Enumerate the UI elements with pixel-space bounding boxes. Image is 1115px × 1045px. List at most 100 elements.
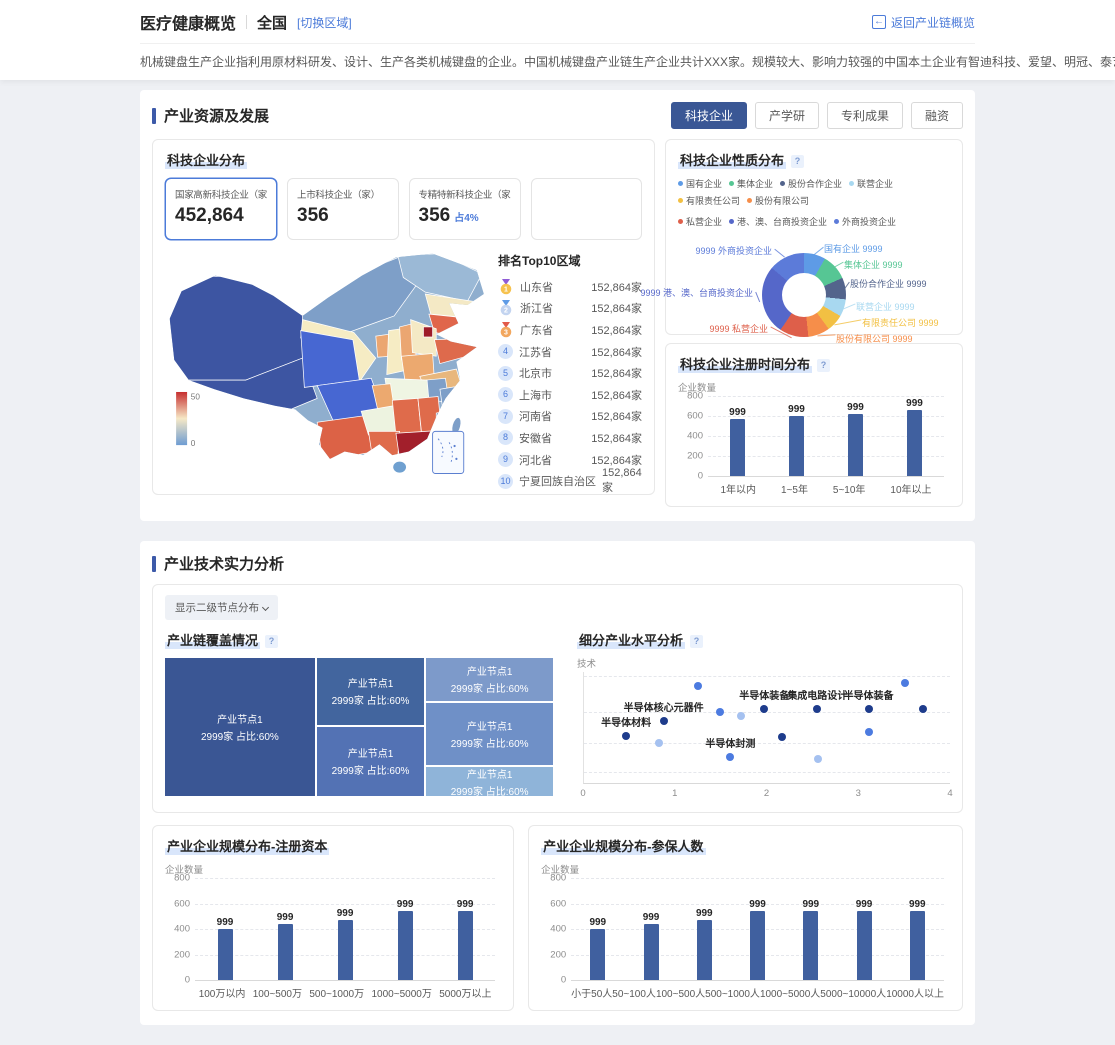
x-category-label: 10000人以上 — [886, 985, 944, 1000]
donut-callout-label: 有限责任公司 9999 — [862, 316, 939, 329]
bar — [218, 929, 233, 980]
donut-ring — [762, 253, 846, 337]
distribution-title: 科技企业分布 — [165, 150, 247, 169]
nature-title: 科技企业性质分布 — [678, 150, 786, 169]
treemap-cell[interactable]: 产业节点12999家 占比:60% — [317, 658, 425, 725]
tab-产学研[interactable]: 产学研 — [755, 102, 819, 129]
top10-title: 排名Top10区域 — [498, 252, 642, 269]
node-desc: 2999家 占比:60% — [451, 735, 529, 750]
x-category-label: 5000~10000人 — [820, 985, 886, 1000]
scatter-point — [865, 728, 873, 736]
svg-text:1: 1 — [504, 286, 508, 293]
treemap-cell[interactable]: 产业节点1 2999家 占比:60% — [426, 703, 553, 765]
legend-item: 联营企业 — [849, 177, 893, 190]
x-category-label: 50~100人 — [612, 985, 656, 1000]
region-name: 宁夏回族自治区 — [519, 473, 596, 489]
scatter-point — [660, 717, 668, 725]
treemap-cell[interactable]: 产业节点12999家 占比:60% — [317, 727, 425, 796]
stat-card[interactable]: 专精特新科技企业（家）356占4% — [409, 178, 521, 240]
tab-科技企业[interactable]: 科技企业 — [671, 102, 747, 129]
help-icon[interactable]: ? — [265, 635, 278, 648]
medal-3-icon: 3 — [498, 322, 514, 338]
stat-card[interactable]: 国家高新科技企业（家）452,864 — [165, 178, 277, 240]
legend-label: 有限责任公司 — [686, 194, 740, 207]
scale-max-label: 50 — [191, 392, 201, 401]
legend-label: 私营企业 — [686, 215, 722, 228]
legend-item: 集体企业 — [729, 177, 773, 190]
tech-enterprise-distribution-panel: 科技企业分布 国家高新科技企业（家）452,864上市科技企业（家）356专精特… — [152, 139, 655, 495]
stat-label: 国家高新科技企业（家） — [175, 187, 267, 201]
divider — [246, 15, 247, 29]
stats-row: 国家高新科技企业（家）452,864上市科技企业（家）356专精特新科技企业（家… — [165, 178, 642, 240]
chain-coverage-block: 产业链覆盖情况? 产业节点1 2999家 占比:60% 产业节点1 2999家 占比:… — [165, 630, 553, 802]
scatter-point — [901, 679, 909, 687]
node-name: 产业节点1 — [217, 711, 263, 726]
south-china-sea-inset — [433, 431, 464, 473]
scatter-point-label: 半导体封测 — [705, 735, 755, 750]
x-axis-labels: 小于50人50~100人100~500人500~1000人1000~5000人5… — [571, 985, 944, 1000]
legend-dot — [747, 198, 752, 203]
scatter-point — [760, 705, 768, 713]
treemap-cell[interactable]: 产业节点12999家 占比:60% — [165, 658, 315, 796]
x-category-label: 小于50人 — [571, 985, 612, 1000]
back-to-overview-link[interactable]: ← 返回产业链概览 — [872, 14, 975, 31]
y-tick-label: 200 — [166, 949, 190, 960]
rank-badge: 5 — [498, 366, 513, 381]
region-value: 152,864家 — [591, 430, 642, 446]
switch-region-link[interactable]: [切换区域] — [297, 14, 352, 31]
description-row: 机械键盘生产企业指利用原材料研发、设计、生产各类机械键盘的企业。中国机械键盘产业… — [140, 53, 975, 70]
bar-plot-area: 8006004002000999999999999999 — [195, 878, 495, 980]
donut-callout-label: 股份合作企业 9999 — [850, 277, 927, 290]
top-bar: 医疗健康概览 全国 [切换区域] ← 返回产业链概览 机械键盘生产企业指利用原材… — [0, 0, 1115, 80]
x-category-label: 100~500万 — [253, 985, 302, 1000]
tab-融资[interactable]: 融资 — [911, 102, 963, 129]
back-link-label: 返回产业链概览 — [891, 14, 975, 31]
bar-value-label: 999 — [696, 908, 713, 919]
legend-label: 外商投资企业 — [842, 215, 896, 228]
legend-item: 股份有限公司 — [747, 194, 809, 207]
ranking-row: 10宁夏回族自治区152,864家 — [498, 470, 642, 492]
node-name: 产业节点1 — [467, 718, 513, 733]
help-icon[interactable]: ? — [791, 155, 804, 168]
legend-dot — [678, 219, 683, 224]
y-axis-label: 技术 — [577, 656, 950, 670]
bar — [590, 929, 605, 980]
treemap-column: 产业节点12999家 占比:60%产业节点12999家 占比:60%产业节点12… — [426, 658, 553, 796]
rank-badge: 4 — [498, 344, 513, 359]
region-name: 广东省 — [520, 322, 585, 338]
bar-value-label: 999 — [729, 407, 746, 418]
bar — [730, 419, 745, 476]
stat-card[interactable]: 上市科技企业（家）356 — [287, 178, 399, 240]
sub-industry-analysis-block: 细分产业水平分析? 技术 半导体材料半导体核心元器件半导体封测半导体装备集成电路… — [577, 630, 950, 802]
node-level-dropdown[interactable]: 显示二级节点分布 — [165, 595, 278, 620]
legend-item: 股份合作企业 — [780, 177, 842, 190]
legend-dot — [834, 219, 839, 224]
treemap-cell[interactable]: 产业节点12999家 占比:60% — [426, 767, 553, 796]
x-axis-labels: 100万以内100~500万500~1000万1000~5000万5000万以上 — [195, 985, 495, 1000]
x-category-label: 100万以内 — [199, 985, 246, 1000]
bar-value-label: 999 — [847, 402, 864, 413]
node-desc: 2999家 占比:60% — [332, 762, 410, 777]
y-tick-label: 0 — [679, 471, 703, 482]
node-name: 产业节点1 — [348, 675, 394, 690]
tech-analysis-box: 显示二级节点分布 产业链覆盖情况? 产业节点1 2999家 占比:60% 产业节点1… — [152, 584, 963, 813]
registration-time-card: 科技企业注册时间分布? 企业数量 80060040020009999999999… — [665, 343, 963, 507]
help-icon[interactable]: ? — [690, 635, 703, 648]
help-icon[interactable]: ? — [817, 359, 830, 372]
tab-专利成果[interactable]: 专利成果 — [827, 102, 903, 129]
bar — [458, 911, 473, 980]
section-industry-resources: 产业资源及发展 科技企业产学研专利成果融资 科技企业分布 国家高新科技企业（家）… — [140, 90, 975, 521]
insured-scale-card: 产业企业规模分布-参保人数 企业数量 800600400200099999999… — [528, 825, 963, 1011]
region-name: 浙江省 — [520, 300, 585, 316]
bar-value-label: 999 — [589, 917, 606, 928]
x-category-label: 500~1000万 — [309, 985, 364, 1000]
bar — [803, 911, 818, 980]
bar-value-label: 999 — [457, 899, 474, 910]
coverage-title: 产业链覆盖情况 — [165, 630, 260, 649]
scatter-point — [622, 732, 630, 740]
capital-scale-card: 产业企业规模分布-注册资本 企业数量 800600400200099999999… — [152, 825, 514, 1011]
analysis-title: 细分产业水平分析 — [577, 630, 685, 649]
gridline — [584, 772, 950, 773]
treemap-cell[interactable]: 产业节点12999家 占比:60% — [426, 658, 553, 701]
legend-item: 国有企业 — [678, 177, 722, 190]
